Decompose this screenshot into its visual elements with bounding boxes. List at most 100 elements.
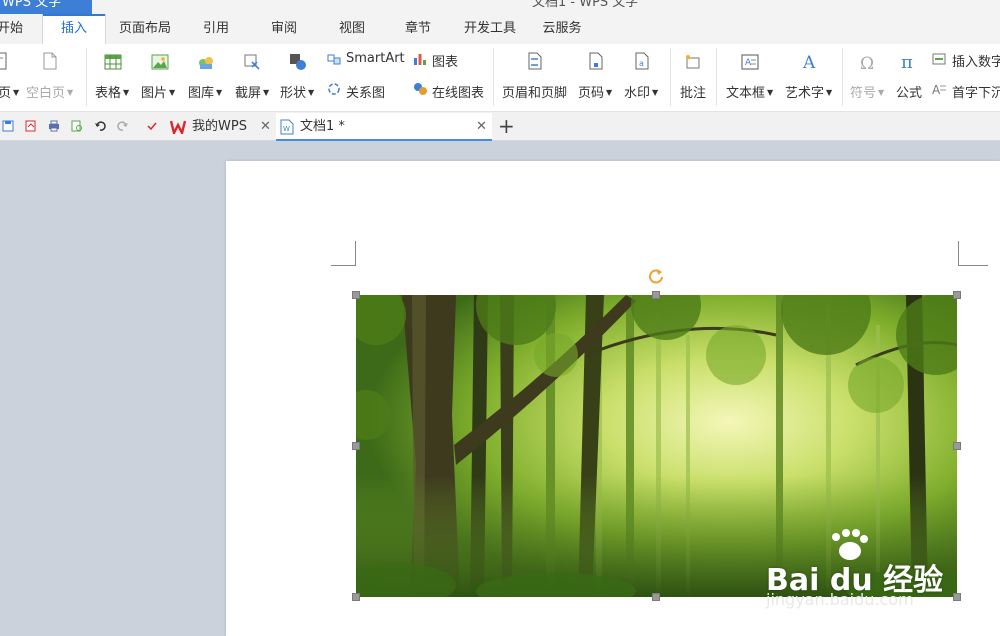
pi-icon: π bbox=[901, 52, 913, 70]
ribbon-separator bbox=[670, 48, 671, 106]
redo-icon[interactable] bbox=[117, 120, 129, 132]
gallery-label: 图库 bbox=[188, 86, 215, 101]
tab-chapter[interactable]: 章节 bbox=[396, 14, 440, 44]
app-tab[interactable]: WPS 文字 bbox=[0, 0, 92, 14]
textbox-icon: A bbox=[741, 54, 759, 70]
resize-handle-bottom-left[interactable] bbox=[352, 593, 360, 601]
ribbon-separator bbox=[842, 48, 843, 106]
save-icon[interactable] bbox=[2, 120, 14, 132]
shape-button[interactable]: 形状 ▼ bbox=[280, 82, 314, 101]
resize-handle-top-left[interactable] bbox=[352, 291, 360, 299]
wordart-label: 艺术字 bbox=[785, 86, 825, 101]
svg-text:A: A bbox=[932, 83, 941, 95]
screenshot-button[interactable]: 截屏 ▼ bbox=[235, 82, 269, 101]
table-button[interactable]: 表格 ▼ bbox=[95, 82, 129, 101]
header-footer-button[interactable]: 页眉和页脚 bbox=[502, 82, 567, 101]
tab-insert[interactable]: 插入 bbox=[42, 14, 106, 44]
svg-text:W: W bbox=[283, 125, 290, 133]
symbol-label: 符号 bbox=[850, 86, 877, 101]
close-icon[interactable]: ✕ bbox=[260, 113, 271, 141]
watermark-button[interactable]: 水印 ▼ bbox=[624, 82, 658, 101]
resize-handle-bottom[interactable] bbox=[652, 593, 660, 601]
ribbon-separator bbox=[716, 48, 717, 106]
tab-review[interactable]: 审阅 bbox=[262, 14, 306, 44]
page-button[interactable]: 页 ▼ bbox=[0, 82, 19, 101]
picture-button[interactable]: 图片 ▼ bbox=[141, 82, 175, 101]
title-bar: WPS 文字 文档1 - WPS 文字 bbox=[0, 0, 1000, 14]
tab-developer[interactable]: 开发工具 bbox=[458, 14, 522, 44]
watermark-icon: a bbox=[635, 52, 649, 70]
watermark-label: 水印 bbox=[624, 86, 651, 101]
tab-document-label: 文档1 * bbox=[300, 119, 345, 134]
wordart-button[interactable]: 艺术字 ▼ bbox=[785, 82, 832, 101]
resize-handle-top-right[interactable] bbox=[953, 291, 961, 299]
gallery-icon bbox=[199, 57, 213, 69]
page-number-icon bbox=[589, 52, 603, 70]
svg-text:a: a bbox=[639, 59, 644, 68]
blank-page-icon bbox=[43, 52, 57, 70]
inserted-forest-image[interactable]: Bai du 经验 bbox=[356, 295, 957, 597]
picture-icon bbox=[151, 54, 169, 70]
smartart-button[interactable]: SmartArt bbox=[346, 51, 405, 66]
paw-icon bbox=[832, 529, 868, 560]
quick-access-bar: 我的WPS ✕ W 文档1 * ✕ + bbox=[0, 112, 1000, 141]
blank-page-button[interactable]: 空白页 ▼ bbox=[26, 82, 73, 101]
document-icon: W bbox=[280, 119, 294, 135]
smartart-icon bbox=[327, 54, 341, 65]
svg-text:π: π bbox=[901, 52, 913, 70]
resize-handle-top[interactable] bbox=[652, 291, 660, 299]
symbol-button[interactable]: 符号 ▼ bbox=[850, 82, 884, 101]
chart-button[interactable]: 图表 bbox=[432, 51, 458, 70]
header-footer-icon bbox=[528, 52, 542, 70]
print-preview-icon[interactable] bbox=[71, 120, 83, 132]
wps-logo-icon bbox=[170, 120, 186, 134]
table-label: 表格 bbox=[95, 86, 122, 101]
tab-references[interactable]: 引用 bbox=[194, 14, 238, 44]
resize-handle-left[interactable] bbox=[352, 442, 360, 450]
resize-handle-right[interactable] bbox=[953, 442, 961, 450]
tab-cloud[interactable]: 云服务 bbox=[536, 14, 588, 44]
rotate-handle-icon[interactable] bbox=[648, 268, 664, 284]
drop-cap-icon: A bbox=[932, 83, 946, 95]
customize-dropdown-icon[interactable] bbox=[146, 120, 158, 132]
page-number-label: 页码 bbox=[578, 86, 605, 101]
svg-text:A: A bbox=[745, 58, 752, 68]
insert-number-icon bbox=[932, 53, 946, 65]
insert-number-button[interactable]: 插入数字 bbox=[952, 51, 1000, 70]
comment-icon bbox=[686, 55, 700, 69]
relation-button[interactable]: 关系图 bbox=[346, 82, 385, 101]
tab-home[interactable]: 开始 bbox=[0, 14, 26, 44]
relation-icon bbox=[328, 83, 340, 95]
window-title: 文档1 - WPS 文字 bbox=[532, 0, 639, 10]
screenshot-label: 截屏 bbox=[235, 86, 262, 101]
svg-text:A: A bbox=[802, 53, 816, 70]
chart-icon bbox=[414, 54, 426, 65]
page-number-button[interactable]: 页码 ▼ bbox=[578, 82, 612, 101]
new-tab-button[interactable]: + bbox=[498, 113, 515, 139]
close-icon[interactable]: ✕ bbox=[476, 113, 487, 141]
tab-my-wps[interactable]: 我的WPS ✕ bbox=[166, 113, 274, 141]
export-pdf-icon[interactable] bbox=[25, 120, 37, 132]
formula-button[interactable]: 公式 bbox=[896, 82, 922, 101]
resize-handle-bottom-right[interactable] bbox=[953, 593, 961, 601]
drop-cap-button[interactable]: 首字下沉 bbox=[952, 82, 1000, 101]
screenshot-icon bbox=[244, 54, 260, 70]
blank-page-label: 空白页 bbox=[26, 86, 66, 101]
online-chart-icon bbox=[414, 83, 427, 95]
textbox-label: 文本框 bbox=[726, 86, 766, 101]
comment-button[interactable]: 批注 bbox=[680, 82, 706, 101]
tab-page-layout[interactable]: 页面布局 bbox=[112, 14, 178, 44]
page-label: 页 bbox=[0, 86, 12, 101]
ribbon-insert: 页 ▼ 空白页 ▼ 表格 ▼ 图片 ▼ 图库 ▼ 截屏 ▼ 形状 ▼ SmartArt 关系图… bbox=[0, 44, 1000, 112]
print-icon[interactable] bbox=[48, 120, 60, 132]
shape-label: 形状 bbox=[280, 86, 307, 101]
baidu-url-watermark: jingyan.baidu.com bbox=[766, 590, 914, 609]
gallery-button[interactable]: 图库 ▼ bbox=[188, 82, 222, 101]
undo-icon[interactable] bbox=[94, 120, 106, 132]
textbox-button[interactable]: 文本框 ▼ bbox=[726, 82, 773, 101]
tab-view[interactable]: 视图 bbox=[330, 14, 374, 44]
picture-label: 图片 bbox=[141, 86, 168, 101]
tab-document[interactable]: W 文档1 * ✕ bbox=[276, 113, 492, 141]
online-chart-button[interactable]: 在线图表 bbox=[432, 82, 484, 101]
margin-mark-left bbox=[331, 241, 356, 266]
